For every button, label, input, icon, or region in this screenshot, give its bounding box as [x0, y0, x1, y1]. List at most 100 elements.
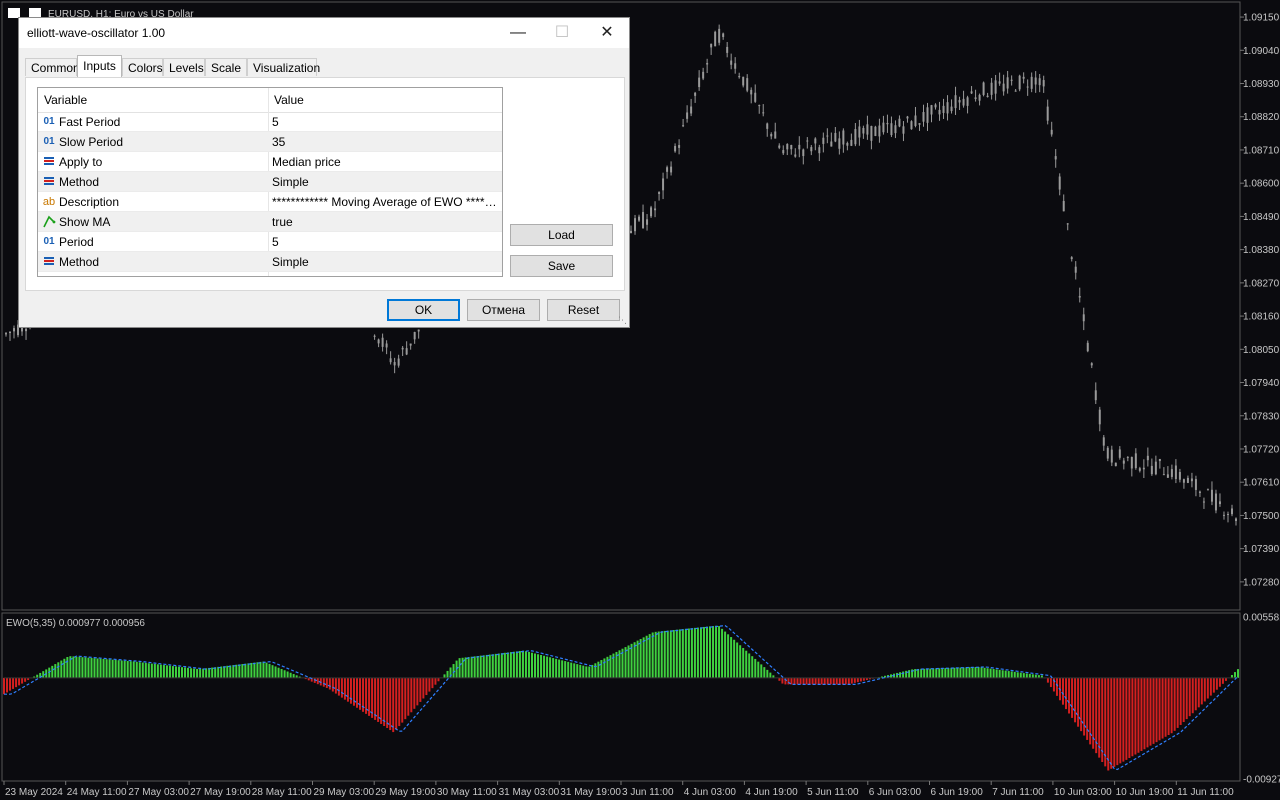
tab-levels[interactable]: Levels — [163, 58, 205, 76]
resize-grip-icon[interactable]: ⋱ — [618, 315, 627, 326]
candle-body — [774, 131, 777, 139]
candle-body — [854, 129, 857, 145]
candle-body — [642, 212, 645, 229]
save-button[interactable]: Save — [510, 255, 613, 277]
input-row[interactable]: 01 Slow Period 35 — [38, 132, 502, 152]
candle-body — [1230, 508, 1233, 515]
candle-body — [818, 147, 821, 154]
candle-body — [1194, 479, 1197, 490]
indicator-properties-dialog[interactable]: elliott-wave-oscillator 1.00 — ☐ ✕ Commo… — [18, 17, 630, 328]
load-button[interactable]: Load — [510, 224, 613, 246]
time-tick-label: 4 Jun 03:00 — [684, 787, 737, 798]
minimize-icon[interactable]: — — [496, 18, 540, 48]
input-value[interactable]: 35 — [272, 132, 498, 152]
candle-body — [381, 337, 384, 347]
input-value[interactable]: 5 — [272, 112, 498, 132]
time-tick-label: 31 May 03:00 — [499, 787, 560, 798]
candle-body — [1126, 457, 1129, 459]
close-icon[interactable]: ✕ — [585, 18, 629, 48]
tab-visualization[interactable]: Visualization — [247, 58, 320, 76]
candle-body — [1130, 457, 1133, 469]
candle-body — [798, 144, 801, 150]
input-variable: Show MA — [59, 215, 111, 229]
input-row[interactable]: Method Simple — [38, 252, 502, 272]
candle-body — [13, 328, 16, 332]
input-row[interactable]: Method Simple — [38, 172, 502, 192]
candle-body — [662, 178, 665, 191]
candle-body — [678, 145, 681, 148]
candle-body — [397, 358, 400, 366]
candle-body — [1118, 449, 1121, 458]
tab-inputs[interactable]: Inputs — [77, 55, 122, 77]
input-row[interactable]: ab Description ************ Moving Avera… — [38, 192, 502, 212]
candle-body — [1198, 491, 1201, 493]
candle-body — [634, 218, 637, 232]
candle-body — [9, 331, 12, 333]
column-variable[interactable]: Variable — [44, 88, 87, 112]
input-value[interactable]: true — [272, 212, 498, 232]
input-value[interactable]: Median price — [272, 152, 498, 172]
candle-body — [986, 95, 989, 98]
tab-common[interactable]: Common — [25, 58, 80, 76]
time-tick-label: 29 May 19:00 — [375, 787, 436, 798]
candle-body — [834, 132, 837, 142]
input-value[interactable]: 5 — [272, 232, 498, 252]
input-row[interactable]: Apply to Median price — [38, 152, 502, 172]
candle-body — [1090, 363, 1093, 366]
candle-body — [866, 124, 869, 135]
input-variable: Apply to — [59, 155, 103, 169]
input-row[interactable]: 01 Period 5 — [38, 232, 502, 252]
dialog-title: elliott-wave-oscillator 1.00 — [27, 26, 166, 40]
candle-body — [1206, 489, 1209, 491]
candle-body — [670, 166, 673, 173]
ok-button[interactable]: OK — [387, 299, 460, 321]
time-tick-label: 6 Jun 03:00 — [869, 787, 922, 798]
price-tick-label: 1.08490 — [1243, 212, 1280, 223]
candle-body — [718, 28, 721, 43]
reset-button[interactable]: Reset — [547, 299, 620, 321]
cancel-button[interactable]: Отмена — [467, 299, 540, 321]
candle-body — [1066, 223, 1069, 225]
candle-body — [758, 105, 761, 107]
input-value[interactable]: Simple — [272, 252, 498, 272]
candle-body — [1190, 478, 1193, 482]
time-tick-label: 27 May 19:00 — [190, 787, 251, 798]
dialog-titlebar[interactable]: elliott-wave-oscillator 1.00 — ☐ ✕ — [19, 18, 629, 48]
candle-body — [954, 95, 957, 109]
osc-tick-label: 0.005581 — [1243, 613, 1280, 624]
input-row[interactable]: Show MA true — [38, 212, 502, 232]
candle-body — [890, 123, 893, 136]
candle-body — [1158, 458, 1161, 462]
tab-colors[interactable]: Colors — [122, 58, 163, 76]
candle-body — [405, 348, 408, 355]
candle-body — [694, 92, 697, 96]
candle-body — [1122, 460, 1125, 464]
candle-body — [1218, 501, 1221, 505]
candle-body — [786, 143, 789, 150]
candle-body — [766, 123, 769, 129]
time-tick-label: 29 May 03:00 — [314, 787, 375, 798]
candle-body — [994, 80, 997, 94]
time-tick-label: 31 May 19:00 — [560, 787, 621, 798]
candle-body — [1170, 469, 1173, 477]
candle-body — [413, 331, 416, 340]
time-tick-label: 6 Jun 19:00 — [931, 787, 984, 798]
candle-body — [782, 150, 785, 154]
candle-body — [882, 122, 885, 133]
candle-body — [682, 125, 685, 127]
candle-body — [666, 167, 669, 172]
input-row[interactable]: 01 Fast Period 5 — [38, 112, 502, 132]
input-variable: Method — [59, 175, 100, 189]
candle-body — [926, 107, 929, 123]
candle-body — [934, 104, 937, 108]
tab-scale[interactable]: Scale — [205, 58, 247, 76]
candle-body — [1146, 455, 1149, 461]
input-value[interactable]: Simple — [272, 172, 498, 192]
candle-body — [1154, 461, 1157, 475]
column-value[interactable]: Value — [274, 88, 304, 112]
candle-body — [654, 208, 657, 211]
time-tick-label: 5 Jun 11:00 — [807, 787, 859, 798]
candle-body — [910, 121, 913, 130]
input-value[interactable]: ************ Moving Average of EWO *****… — [272, 192, 498, 212]
candle-body — [998, 81, 1001, 84]
